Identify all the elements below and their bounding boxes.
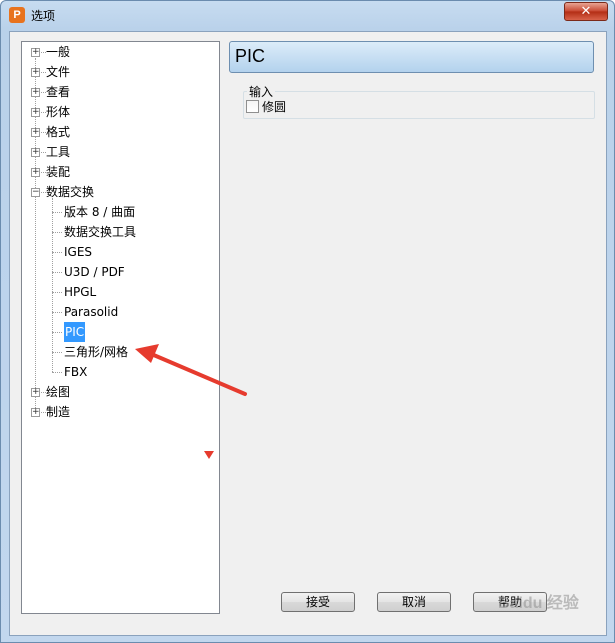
tree-child-label: PIC	[64, 322, 86, 342]
window-title: 选项	[31, 9, 56, 23]
options-tree[interactable]: + 一般 + 文件 + 查看 + 形体 + 格式 + 工具 + 装配 − 数据交换版本 8 / 曲面 数据交换工…	[21, 41, 220, 614]
marker-down-icon	[204, 451, 214, 459]
tree-node-label: 绘图	[46, 385, 71, 399]
tree-connector	[52, 272, 62, 273]
input-group-box	[243, 91, 595, 119]
tree-connector	[52, 372, 62, 373]
tree-connector	[52, 232, 62, 233]
tree-connector	[52, 312, 62, 313]
tree-branch-line	[52, 198, 53, 372]
tree-connector	[52, 332, 62, 333]
tree-node-label: 装配	[46, 165, 71, 179]
app-icon: P	[9, 7, 25, 23]
tree-connector	[52, 252, 62, 253]
tree-node-label: 工具	[46, 145, 71, 159]
expand-icon[interactable]: +	[31, 168, 40, 177]
tree-child-label: Parasolid	[64, 305, 119, 319]
tree-child-label: FBX	[64, 365, 88, 379]
tree-child-label: HPGL	[64, 285, 97, 299]
section-title: PIC	[235, 46, 266, 66]
tree-connector	[52, 212, 62, 213]
watermark: Baidu 经验	[498, 595, 579, 612]
tree-connector	[52, 292, 62, 293]
collapse-icon[interactable]: −	[31, 188, 40, 197]
tree-child-label: 数据交换工具	[64, 225, 137, 239]
expand-icon[interactable]: +	[31, 108, 40, 117]
tree-child-label: IGES	[64, 245, 93, 259]
tree-node-label: 格式	[46, 125, 71, 139]
options-dialog: P 选项 ✕ + 一般 + 文件 + 查看 + 形体 + 格式 + 工具 + 装配 − 数据交换版本 8 / …	[0, 0, 615, 643]
tree-node-label: 制造	[46, 405, 71, 419]
tree-child-label: 版本 8 / 曲面	[64, 205, 136, 219]
expand-icon[interactable]: +	[31, 48, 40, 57]
dialog-client-area: + 一般 + 文件 + 查看 + 形体 + 格式 + 工具 + 装配 − 数据交换版本 8 / 曲面 数据交换工…	[9, 31, 607, 636]
close-button[interactable]: ✕	[564, 2, 608, 21]
tree-child-label: 三角形/网格	[64, 345, 129, 359]
tree-node-label: 数据交换	[46, 185, 95, 199]
section-header: PIC	[229, 41, 594, 73]
expand-icon[interactable]: +	[31, 408, 40, 417]
tree-child-label: U3D / PDF	[64, 265, 125, 279]
tree-node-label: 一般	[46, 45, 71, 59]
expand-icon[interactable]: +	[31, 68, 40, 77]
expand-icon[interactable]: +	[31, 388, 40, 397]
cancel-button[interactable]: 取消	[377, 592, 451, 612]
title-bar[interactable]: P 选项 ✕	[1, 1, 614, 31]
round-checkbox[interactable]	[246, 100, 259, 113]
expand-icon[interactable]: +	[31, 148, 40, 157]
round-checkbox-label[interactable]: 修圆	[262, 98, 286, 115]
expand-icon[interactable]: +	[31, 88, 40, 97]
tree-connector	[52, 352, 62, 353]
tree-node-label: 查看	[46, 85, 71, 99]
accept-button[interactable]: 接受	[281, 592, 355, 612]
tree-node-label: 文件	[46, 65, 71, 79]
tree-node-label: 形体	[46, 105, 71, 119]
expand-icon[interactable]: +	[31, 128, 40, 137]
